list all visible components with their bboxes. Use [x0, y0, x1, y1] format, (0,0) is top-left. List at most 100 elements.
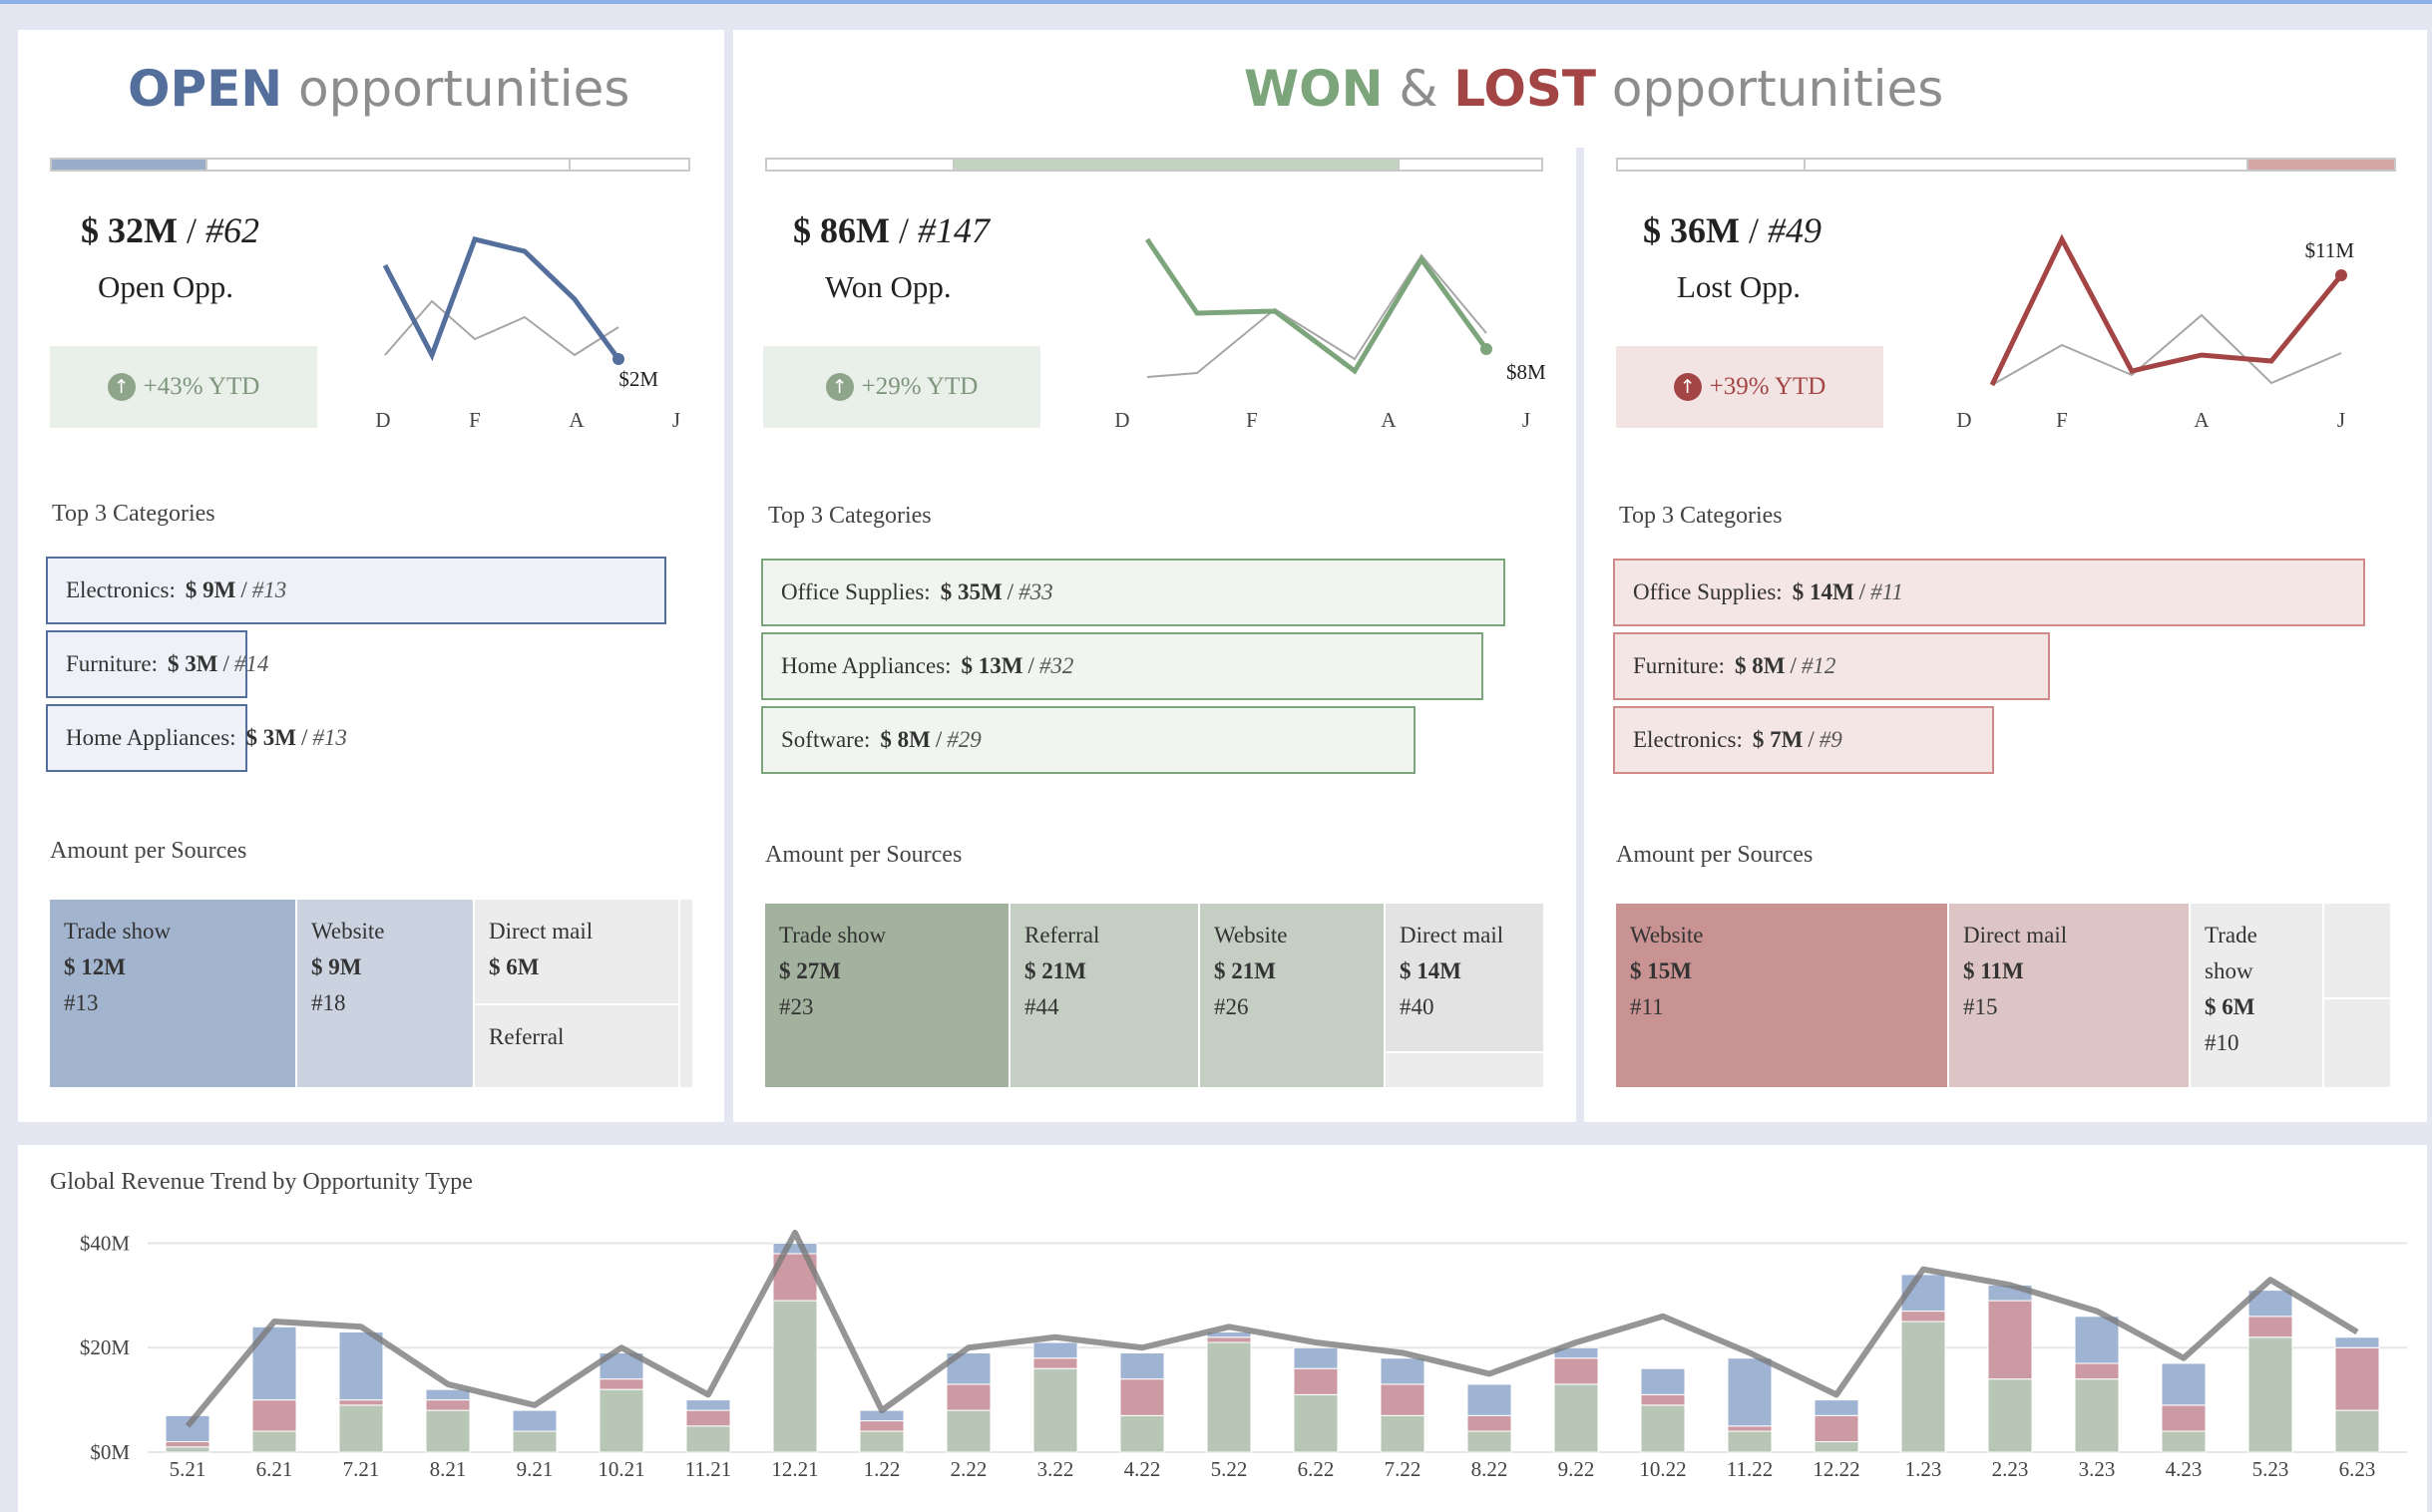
source-tile[interactable]: Website $ 15M #11 — [1616, 904, 1949, 1089]
source-name: Website — [311, 919, 385, 944]
source-count: #23 — [779, 994, 814, 1019]
bar-segment — [1987, 1300, 2033, 1380]
source-tile[interactable]: Referral $ 21M #44 — [1011, 904, 1200, 1089]
source-name: Direct mail — [489, 919, 594, 944]
bar-segment — [2161, 1362, 2207, 1406]
won-sources-title: Amount per Sources — [765, 842, 963, 868]
bar-segment — [1119, 1414, 1165, 1453]
lost-band-segment — [1804, 160, 2246, 170]
won-category-bar: Home Appliances: $ 13M / #32 — [761, 632, 1483, 700]
y-tick-label: $40M — [80, 1231, 131, 1255]
source-name: Trade show — [2205, 923, 2257, 983]
source-count: #13 — [64, 990, 99, 1015]
trend-panel: Global Revenue Trend by Opportunity Type… — [18, 1145, 2427, 1512]
category-count: #29 — [947, 727, 982, 752]
won-ytd-text: +29% YTD — [861, 373, 979, 400]
won-kpi: $ 86M / #147 — [793, 209, 990, 251]
bar-segment — [1640, 1367, 1686, 1395]
won-kpi-label: Won Opp. — [825, 269, 952, 304]
bar-segment — [1380, 1357, 1425, 1385]
bar-segment — [425, 1409, 471, 1453]
bar-segment — [1119, 1351, 1165, 1380]
lost-band-fill — [2246, 160, 2394, 170]
arrow-up-circle-icon: ↑ — [825, 373, 854, 401]
lost-category-bar: Electronics: $ 7M / #9 — [1613, 706, 1994, 774]
bar-segment — [1900, 1311, 1946, 1323]
x-tick-label: 2.23 — [1992, 1457, 2029, 1481]
source-tile[interactable] — [1386, 1053, 1545, 1089]
open-band-segment — [569, 160, 688, 170]
x-tick-label: 11.22 — [1727, 1457, 1773, 1481]
open-band-segment — [205, 160, 569, 170]
bar-segment — [946, 1409, 992, 1453]
bar-segment — [685, 1425, 731, 1453]
bar-segment — [1987, 1378, 2033, 1453]
category-amount: $ 9M — [185, 577, 236, 602]
bar-segment — [425, 1399, 471, 1411]
source-tile[interactable]: Website $ 9M #18 — [297, 900, 475, 1089]
source-tile[interactable] — [2324, 904, 2392, 999]
lost-progress-band — [1616, 158, 2396, 172]
bar-segment — [2334, 1346, 2380, 1411]
spark-month-label: F — [1246, 408, 1258, 432]
source-amount: $ 21M — [1024, 958, 1086, 983]
source-amount: $ 6M — [489, 954, 540, 979]
lost-spark-end-label: $11M — [2305, 238, 2355, 262]
spark-month-label: D — [1114, 408, 1129, 432]
bar-segment — [2074, 1362, 2120, 1380]
category-count: #13 — [251, 577, 287, 602]
category-count: #11 — [1870, 579, 1903, 604]
source-tile[interactable]: Trade show $ 27M #23 — [765, 904, 1011, 1089]
open-progress-band — [50, 158, 690, 172]
bar-segment — [1293, 1346, 1339, 1369]
lost-ytd-badge: ↑ +39% YTD — [1616, 346, 1883, 428]
lost-title-bold: LOST — [1453, 60, 1596, 118]
x-tick-label: 7.22 — [1385, 1457, 1421, 1481]
x-tick-label: 12.21 — [771, 1457, 818, 1481]
bar-segment — [1727, 1357, 1773, 1427]
won-band-fill — [953, 160, 1398, 170]
x-tick-label: 10.21 — [598, 1457, 644, 1481]
open-kpi-count: #62 — [205, 210, 259, 250]
source-name: Trade show — [64, 919, 172, 944]
spark-month-label: J — [672, 408, 680, 432]
source-tile[interactable]: Website $ 21M #26 — [1200, 904, 1386, 1089]
open-sources-title: Amount per Sources — [50, 838, 247, 864]
x-tick-label: 8.21 — [430, 1457, 467, 1481]
source-count: #11 — [1630, 994, 1664, 1019]
bar-segment — [599, 1388, 644, 1453]
category-name: Furniture: — [1633, 653, 1725, 678]
bar-segment — [1380, 1383, 1425, 1416]
open-category-bar: Furniture: $ 3M / #14 — [46, 630, 268, 698]
source-amount: $ 11M — [1963, 958, 2024, 983]
x-tick-label: 8.22 — [1471, 1457, 1508, 1481]
x-tick-label: 7.21 — [343, 1457, 380, 1481]
source-amount: $ 12M — [64, 954, 126, 979]
won-category-bar: Office Supplies: $ 35M / #33 — [761, 559, 1505, 626]
source-tile[interactable] — [680, 900, 694, 1089]
bar-segment — [1380, 1414, 1425, 1453]
lost-kpi-label: Lost Opp. — [1677, 269, 1801, 304]
x-tick-label: 4.22 — [1124, 1457, 1161, 1481]
open-ytd-badge: ↑ +43% YTD — [50, 346, 317, 428]
source-tile[interactable]: Direct mail $ 6M — [475, 900, 680, 1005]
source-tile[interactable]: Referral — [475, 1005, 680, 1089]
source-tile[interactable]: Trade show $ 12M #13 — [50, 900, 297, 1089]
source-name: Trade show — [779, 923, 887, 947]
source-tile[interactable]: Direct mail $ 11M #15 — [1949, 904, 2191, 1089]
source-tile[interactable] — [2324, 999, 2392, 1089]
open-title-bold: OPEN — [128, 60, 283, 118]
bar-segment — [772, 1300, 818, 1453]
bar-segment — [1814, 1441, 1859, 1453]
bar-segment — [2161, 1404, 2207, 1432]
bar-segment — [1206, 1341, 1252, 1453]
bar-segment — [1553, 1357, 1599, 1385]
source-tile[interactable]: Direct mail $ 14M #40 — [1386, 904, 1545, 1053]
x-tick-label: 5.22 — [1211, 1457, 1248, 1481]
spark-month-label: A — [569, 408, 585, 432]
source-tile[interactable]: Trade show $ 6M #10 — [2191, 904, 2324, 1089]
revenue-trend-chart: $0M $20M $40M 5.21 6.21 7.21 8.21 9.21 10.21 11.2… — [80, 1230, 2407, 1481]
y-tick-label: $20M — [80, 1335, 131, 1359]
source-count: #40 — [1400, 994, 1434, 1019]
source-name: Referral — [1024, 923, 1100, 947]
